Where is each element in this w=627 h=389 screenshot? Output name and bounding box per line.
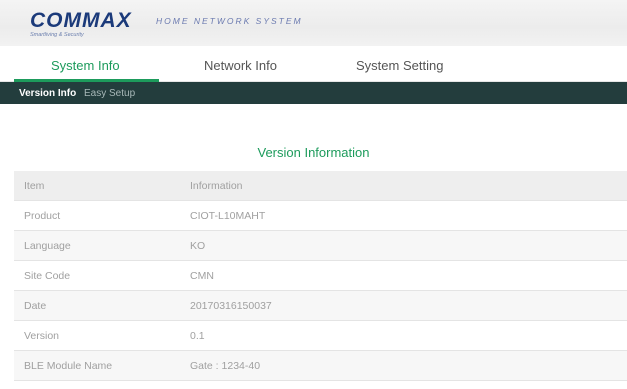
row-value: KO [190, 230, 627, 261]
row-value: CIOT-L10MAHT [190, 200, 627, 231]
main-tabs: System Info Network Info System Setting [0, 46, 627, 82]
table-row: Language KO [14, 230, 627, 261]
row-label: Site Code [14, 260, 190, 291]
row-value: Gate : 1234-40 [190, 350, 627, 381]
table-row: Date 20170316150037 [14, 290, 627, 321]
app-header: COMMAX Smartliving & Security HOME NETWO… [0, 0, 627, 46]
table-row: Version 0.1 [14, 320, 627, 351]
row-value: 20170316150037 [190, 290, 627, 321]
table-row: BLE Module Name Gate : 1234-40 [14, 350, 627, 381]
row-label: Date [14, 290, 190, 321]
row-value: CMN [190, 260, 627, 291]
commax-logo: COMMAX Smartliving & Security [30, 9, 132, 38]
subnav-version-info[interactable]: Version Info [19, 88, 76, 99]
column-header-information: Information [190, 171, 627, 201]
row-label: Product [14, 200, 190, 231]
brand-name: COMMAX [30, 9, 132, 32]
section-title: Version Information [257, 145, 370, 160]
tab-network-info[interactable]: Network Info [204, 58, 277, 73]
sub-navigation: Version Info Easy Setup [0, 82, 627, 104]
subnav-easy-setup[interactable]: Easy Setup [84, 88, 135, 99]
system-subtitle: HOME NETWORK SYSTEM [156, 16, 303, 26]
table-row: Site Code CMN [14, 260, 627, 291]
column-header-item: Item [14, 171, 190, 201]
version-info-table: Item Information Product CIOT-L10MAHT La… [14, 171, 627, 381]
table-row: Product CIOT-L10MAHT [14, 200, 627, 231]
row-label: BLE Module Name [14, 350, 190, 381]
row-label: Version [14, 320, 190, 351]
tab-system-setting[interactable]: System Setting [356, 58, 443, 73]
tab-system-info[interactable]: System Info [51, 58, 120, 73]
brand-tagline: Smartliving & Security [30, 32, 84, 38]
table-header-row: Item Information [14, 171, 627, 201]
row-value: 0.1 [190, 320, 627, 351]
row-label: Language [14, 230, 190, 261]
